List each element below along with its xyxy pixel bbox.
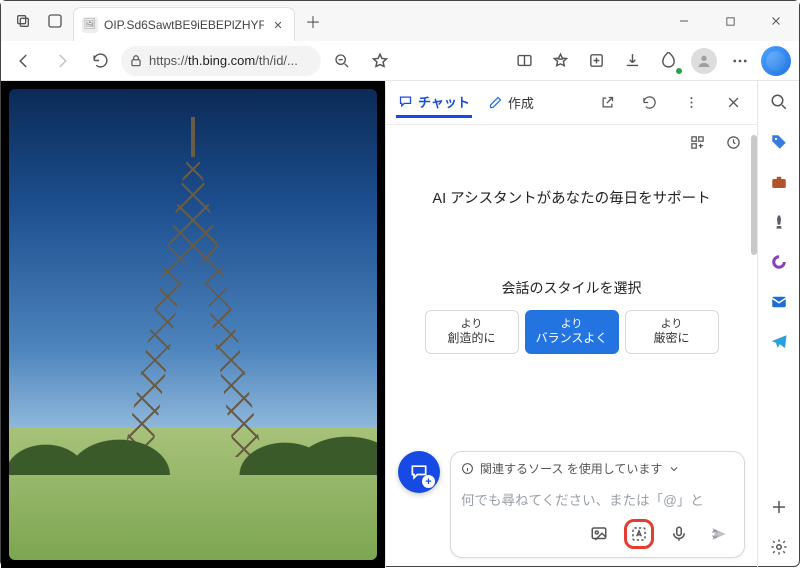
favorites-hub-icon[interactable] xyxy=(543,45,577,77)
style-picker-label: 会話のスタイルを選択 xyxy=(402,278,741,298)
style-picker: より創造的に よりバランスよく より厳密に xyxy=(402,310,741,354)
apps-icon[interactable] xyxy=(683,128,711,156)
new-topic-button[interactable] xyxy=(398,451,440,493)
copilot-header: チャット 作成 xyxy=(386,81,757,125)
tab-compose-label: 作成 xyxy=(508,93,534,112)
tab-compose[interactable]: 作成 xyxy=(486,89,536,116)
copilot-input-area: 関連するソース を使用しています 何でも尋ねてください、または「@」と xyxy=(398,451,745,558)
window-titlebar: 🖼 OIP.Sd6SawtBE9iEBEPlZHYFrwAA ＋ xyxy=(1,1,799,41)
expand-handle-icon[interactable] xyxy=(709,527,721,541)
nav-back-button[interactable] xyxy=(7,45,41,77)
tab-chat-label: チャット xyxy=(418,92,470,111)
info-icon xyxy=(461,462,474,475)
image-icon[interactable] xyxy=(584,519,614,549)
sources-row[interactable]: 関連するソース を使用しています xyxy=(461,460,734,483)
input-tools xyxy=(461,511,734,549)
mic-icon[interactable] xyxy=(664,519,694,549)
copilot-subheader xyxy=(386,125,757,159)
style-precise[interactable]: より厳密に xyxy=(625,310,719,354)
downloads-icon[interactable] xyxy=(615,45,649,77)
input-box: 関連するソース を使用しています 何でも尋ねてください、または「@」と xyxy=(450,451,745,558)
more-menu-button[interactable] xyxy=(723,45,757,77)
chat-input[interactable]: 何でも尋ねてください、または「@」と xyxy=(461,483,734,511)
style-balanced-bottom: バランスよく xyxy=(536,331,608,346)
rail-search-icon[interactable] xyxy=(766,89,792,115)
more-icon[interactable] xyxy=(677,89,705,117)
rail-plus-icon[interactable] xyxy=(766,494,792,520)
performance-icon[interactable] xyxy=(651,45,685,77)
split-screen-icon[interactable] xyxy=(507,45,541,77)
window-minimize[interactable] xyxy=(661,1,707,41)
tab-favicon: 🖼 xyxy=(82,17,98,33)
toolbar-right xyxy=(507,45,793,77)
tab-strip: 🖼 OIP.Sd6SawtBE9iEBEPlZHYFrwAA ＋ xyxy=(1,1,661,41)
rail-briefcase-icon[interactable] xyxy=(766,169,792,195)
browser-tab[interactable]: 🖼 OIP.Sd6SawtBE9iEBEPlZHYFrwAA xyxy=(73,7,295,41)
favorite-button[interactable] xyxy=(363,45,397,77)
rail-settings-icon[interactable] xyxy=(766,534,792,560)
window-maximize[interactable] xyxy=(707,1,753,41)
refresh-icon[interactable] xyxy=(635,89,663,117)
tab-title: OIP.Sd6SawtBE9iEBEPlZHYFrwAA xyxy=(104,18,264,32)
main-area: チャット 作成 AI アシスタントがあなたの毎日をサポート 会話のスタイルを選択 xyxy=(1,81,799,568)
tab-actions-icon[interactable] xyxy=(9,7,37,35)
eiffel-tower-image xyxy=(9,89,377,560)
compose-icon xyxy=(488,95,503,110)
rail-mail-icon[interactable] xyxy=(766,289,792,315)
site-identity-icon[interactable] xyxy=(129,54,143,68)
style-precise-top: より xyxy=(661,318,683,332)
style-creative[interactable]: より創造的に xyxy=(425,310,519,354)
style-creative-bottom: 創造的に xyxy=(447,331,495,346)
sidebar-rail xyxy=(757,81,799,568)
browser-toolbar: https://th.bing.com/th/id/... xyxy=(1,41,799,81)
copilot-toolbar-button[interactable] xyxy=(759,45,793,77)
tab-close-icon[interactable] xyxy=(270,17,286,33)
nav-refresh-button[interactable] xyxy=(83,45,117,77)
copilot-panel: チャット 作成 AI アシスタントがあなたの毎日をサポート 会話のスタイルを選択 xyxy=(385,81,799,568)
window-close[interactable] xyxy=(753,1,799,41)
rail-loop-icon[interactable] xyxy=(766,249,792,275)
new-tab-button[interactable]: ＋ xyxy=(299,7,327,35)
scrollbar[interactable] xyxy=(751,135,757,468)
style-precise-bottom: 厳密に xyxy=(653,331,689,346)
snip-icon[interactable] xyxy=(624,519,654,549)
address-bar[interactable]: https://th.bing.com/th/id/... xyxy=(121,46,321,76)
profile-button[interactable] xyxy=(687,45,721,77)
chat-icon xyxy=(398,94,413,109)
style-creative-top: より xyxy=(461,318,483,332)
nav-forward-button xyxy=(45,45,79,77)
rail-chess-icon[interactable] xyxy=(766,209,792,235)
open-external-icon[interactable] xyxy=(593,89,621,117)
window-controls xyxy=(661,1,799,41)
collections-icon[interactable] xyxy=(579,45,613,77)
sources-text: 関連するソース を使用しています xyxy=(480,460,662,477)
style-balanced-top: より xyxy=(561,318,583,332)
copilot-headline: AI アシスタントがあなたの毎日をサポート xyxy=(402,187,741,208)
workspaces-icon[interactable] xyxy=(41,7,69,35)
history-icon[interactable] xyxy=(719,128,747,156)
url-text: https://th.bing.com/th/id/... xyxy=(149,53,298,68)
tab-chat[interactable]: チャット xyxy=(396,88,472,118)
rail-tag-icon[interactable] xyxy=(766,129,792,155)
style-balanced[interactable]: よりバランスよく xyxy=(525,310,619,354)
page-content[interactable] xyxy=(1,81,385,568)
chevron-down-icon xyxy=(668,463,680,475)
zoom-icon[interactable] xyxy=(325,45,359,77)
rail-telegram-icon[interactable] xyxy=(766,329,792,355)
close-icon[interactable] xyxy=(719,89,747,117)
